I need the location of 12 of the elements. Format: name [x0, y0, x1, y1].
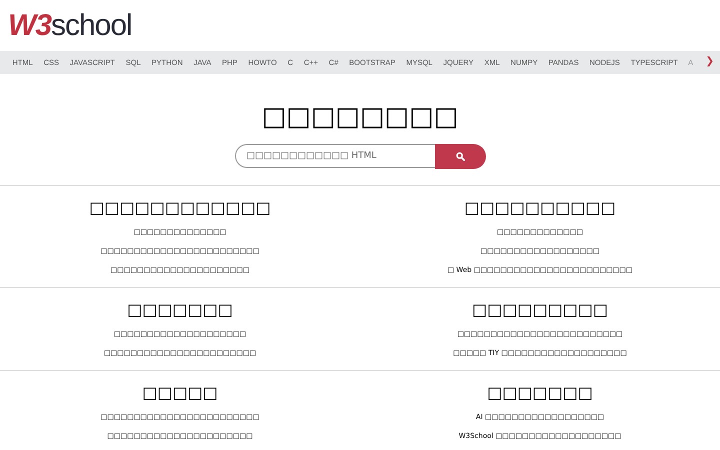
search-field[interactable]: □□□□□□□□□□□□ HTML — [234, 144, 434, 168]
section-heading: □□□□□□□ — [127, 300, 233, 320]
section-heading: □□□□□ — [142, 383, 218, 403]
section-heading: □□□□□□□ — [487, 383, 593, 403]
section-heading: □□□□□□□□□□ — [464, 198, 616, 218]
logo[interactable]: W3school — [8, 8, 132, 42]
search-icon — [456, 152, 464, 161]
section-heading: □□□□□□□□□□□□ — [89, 198, 271, 218]
page-title: □□□□□□□□ — [262, 101, 458, 134]
next-arrow[interactable]: ❯ — [706, 56, 714, 67]
section-heading: □□□□□□□□□ — [472, 300, 608, 320]
search-button[interactable] — [434, 144, 486, 169]
